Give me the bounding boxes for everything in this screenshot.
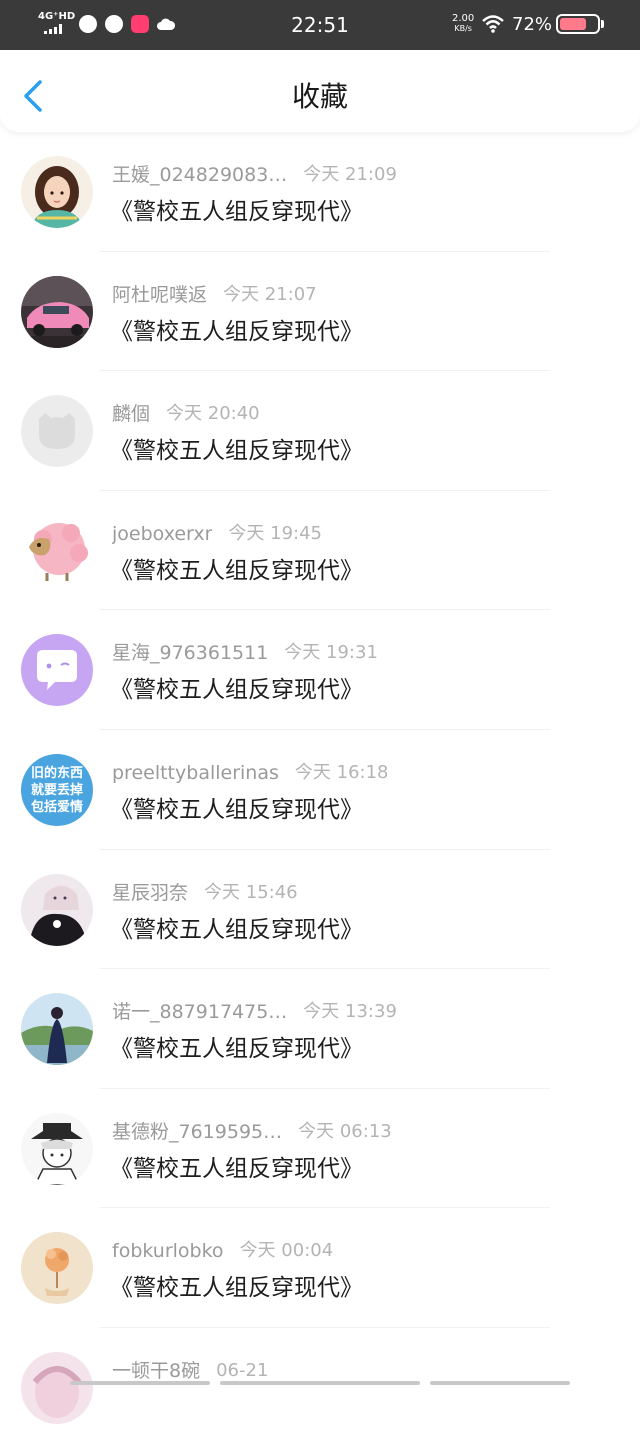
user-name[interactable]: 阿杜呢噗返	[112, 282, 207, 308]
list-item[interactable]: 星海_976361511 今天 19:31 《警校五人组反穿现代》	[0, 610, 640, 730]
timestamp: 今天 13:39	[303, 1001, 397, 1023]
book-title[interactable]: 《警校五人组反穿现代》	[110, 316, 363, 348]
list-item[interactable]: 麟個 今天 20:40 《警校五人组反穿现代》	[0, 371, 640, 491]
timestamp: 今天 15:46	[204, 881, 298, 903]
user-name[interactable]: preelttyballerinas	[112, 760, 279, 786]
avatar-text-line: 旧的东西	[31, 765, 83, 781]
list-item[interactable]: 星辰羽奈 今天 15:46 《警校五人组反穿现代》	[0, 850, 640, 970]
item-meta: preelttyballerinas 今天 16:18	[112, 760, 389, 786]
avatar[interactable]	[21, 156, 93, 228]
user-name[interactable]: 麟個	[112, 401, 150, 427]
item-meta: 诺一_887917475… 今天 13:39	[112, 999, 397, 1025]
timestamp: 今天 20:40	[166, 403, 260, 425]
status-bar: 4G⁺HD 22:51 2.00 KB/s 72%	[0, 0, 640, 50]
avatar[interactable]	[21, 1112, 93, 1185]
user-name[interactable]: 星辰羽奈	[112, 880, 188, 906]
user-name[interactable]: joeboxerxr	[112, 521, 212, 547]
item-meta: joeboxerxr 今天 19:45	[112, 521, 322, 547]
battery-percent: 72%	[512, 14, 553, 35]
item-meta: 基德粉_7619595… 今天 06:13	[112, 1119, 392, 1145]
user-name[interactable]: 星海_976361511	[112, 640, 268, 666]
timestamp: 今天 21:09	[303, 164, 397, 185]
timestamp: 今天 16:18	[294, 761, 389, 783]
timestamp: 今天 00:04	[239, 1240, 334, 1262]
list-item[interactable]: 阿杜呢噗返 今天 21:07 《警校五人组反穿现代》	[0, 252, 640, 372]
network-speed-unit: KB/s	[454, 24, 472, 33]
book-title[interactable]: 《警校五人组反穿现代》	[110, 914, 363, 946]
battery-icon	[556, 14, 600, 34]
list-item[interactable]: fobkurlobko 今天 00:04 《警校五人组反穿现代》	[0, 1208, 640, 1328]
avatar[interactable]	[21, 873, 93, 946]
avatar[interactable]	[21, 514, 93, 587]
battery-level	[560, 18, 586, 30]
favorites-list: 王媛_024829083… 今天 21:09 《警校五人组反穿现代》 阿杜呢噗返今…	[0, 132, 640, 1448]
book-title[interactable]: 《警校五人组反穿现代》	[110, 555, 363, 587]
item-meta: 王媛_024829083… 今天 21:09	[112, 162, 397, 188]
timestamp: 今天 19:45	[228, 522, 323, 544]
avatar-text-line: 包括爱情	[31, 799, 83, 815]
item-meta: 星辰羽奈 今天 15:46	[112, 880, 298, 906]
user-name[interactable]: fobkurlobko	[112, 1238, 224, 1264]
book-title[interactable]: 《警校五人组反穿现代》	[110, 1033, 363, 1065]
item-meta: 阿杜呢噗返 今天 21:07	[112, 282, 317, 308]
timestamp: 今天 19:31	[284, 642, 378, 664]
list-item[interactable]: 旧的东西 就要丢掉 包括爱情 preelttyballerinas 今天 16:1…	[0, 730, 640, 850]
page-title: 收藏	[291, 80, 348, 113]
avatar[interactable]	[21, 1351, 93, 1424]
avatar[interactable]	[21, 634, 93, 707]
timestamp: 今天 06:13	[298, 1120, 392, 1142]
user-name[interactable]: 诺一_887917475…	[112, 999, 287, 1025]
book-title[interactable]: 《警校五人组反穿现代》	[110, 1153, 363, 1185]
avatar[interactable]	[21, 275, 93, 348]
network-speed-value: 2.00	[452, 13, 475, 24]
list-item[interactable]: 诺一_887917475… 今天 13:39 《警校五人组反穿现代》	[0, 969, 640, 1089]
book-title[interactable]: 《警校五人组反穿现代》	[110, 794, 363, 826]
user-name[interactable]: 基德粉_7619595…	[112, 1119, 282, 1145]
user-name[interactable]: 王媛_024829083…	[112, 162, 287, 188]
list-item[interactable]: joeboxerxr 今天 19:45 《警校五人组反穿现代》	[0, 491, 640, 611]
list-item[interactable]: 一顿干8碗 06-21	[0, 1328, 640, 1448]
timestamp: 今天 21:07	[223, 283, 317, 305]
avatar[interactable]	[21, 993, 93, 1066]
avatar[interactable]	[21, 395, 93, 468]
header: 收藏	[0, 50, 640, 132]
book-title[interactable]: 《警校五人组反穿现代》	[110, 435, 363, 467]
book-title[interactable]: 《警校五人组反穿现代》	[110, 196, 363, 228]
home-indicator	[70, 1381, 570, 1385]
book-title[interactable]: 《警校五人组反穿现代》	[110, 674, 363, 706]
list-item[interactable]: 基德粉_7619595… 今天 06:13 《警校五人组反穿现代》	[0, 1089, 640, 1209]
default-avatar-icon	[39, 413, 75, 450]
avatar-text-line: 就要丢掉	[31, 782, 83, 798]
book-title[interactable]: 《警校五人组反穿现代》	[110, 1272, 363, 1304]
network-speed: 2.00 KB/s	[452, 14, 474, 34]
item-meta: 麟個 今天 20:40	[112, 401, 260, 427]
item-meta: fobkurlobko 今天 00:04	[112, 1238, 333, 1264]
list-item[interactable]: 王媛_024829083… 今天 21:09 《警校五人组反穿现代》	[0, 132, 640, 252]
battery-cap	[601, 20, 604, 28]
avatar[interactable]: 旧的东西 就要丢掉 包括爱情	[21, 753, 93, 826]
avatar[interactable]	[21, 1232, 93, 1305]
item-meta: 星海_976361511 今天 19:31	[112, 640, 378, 666]
wifi-icon	[482, 15, 504, 33]
